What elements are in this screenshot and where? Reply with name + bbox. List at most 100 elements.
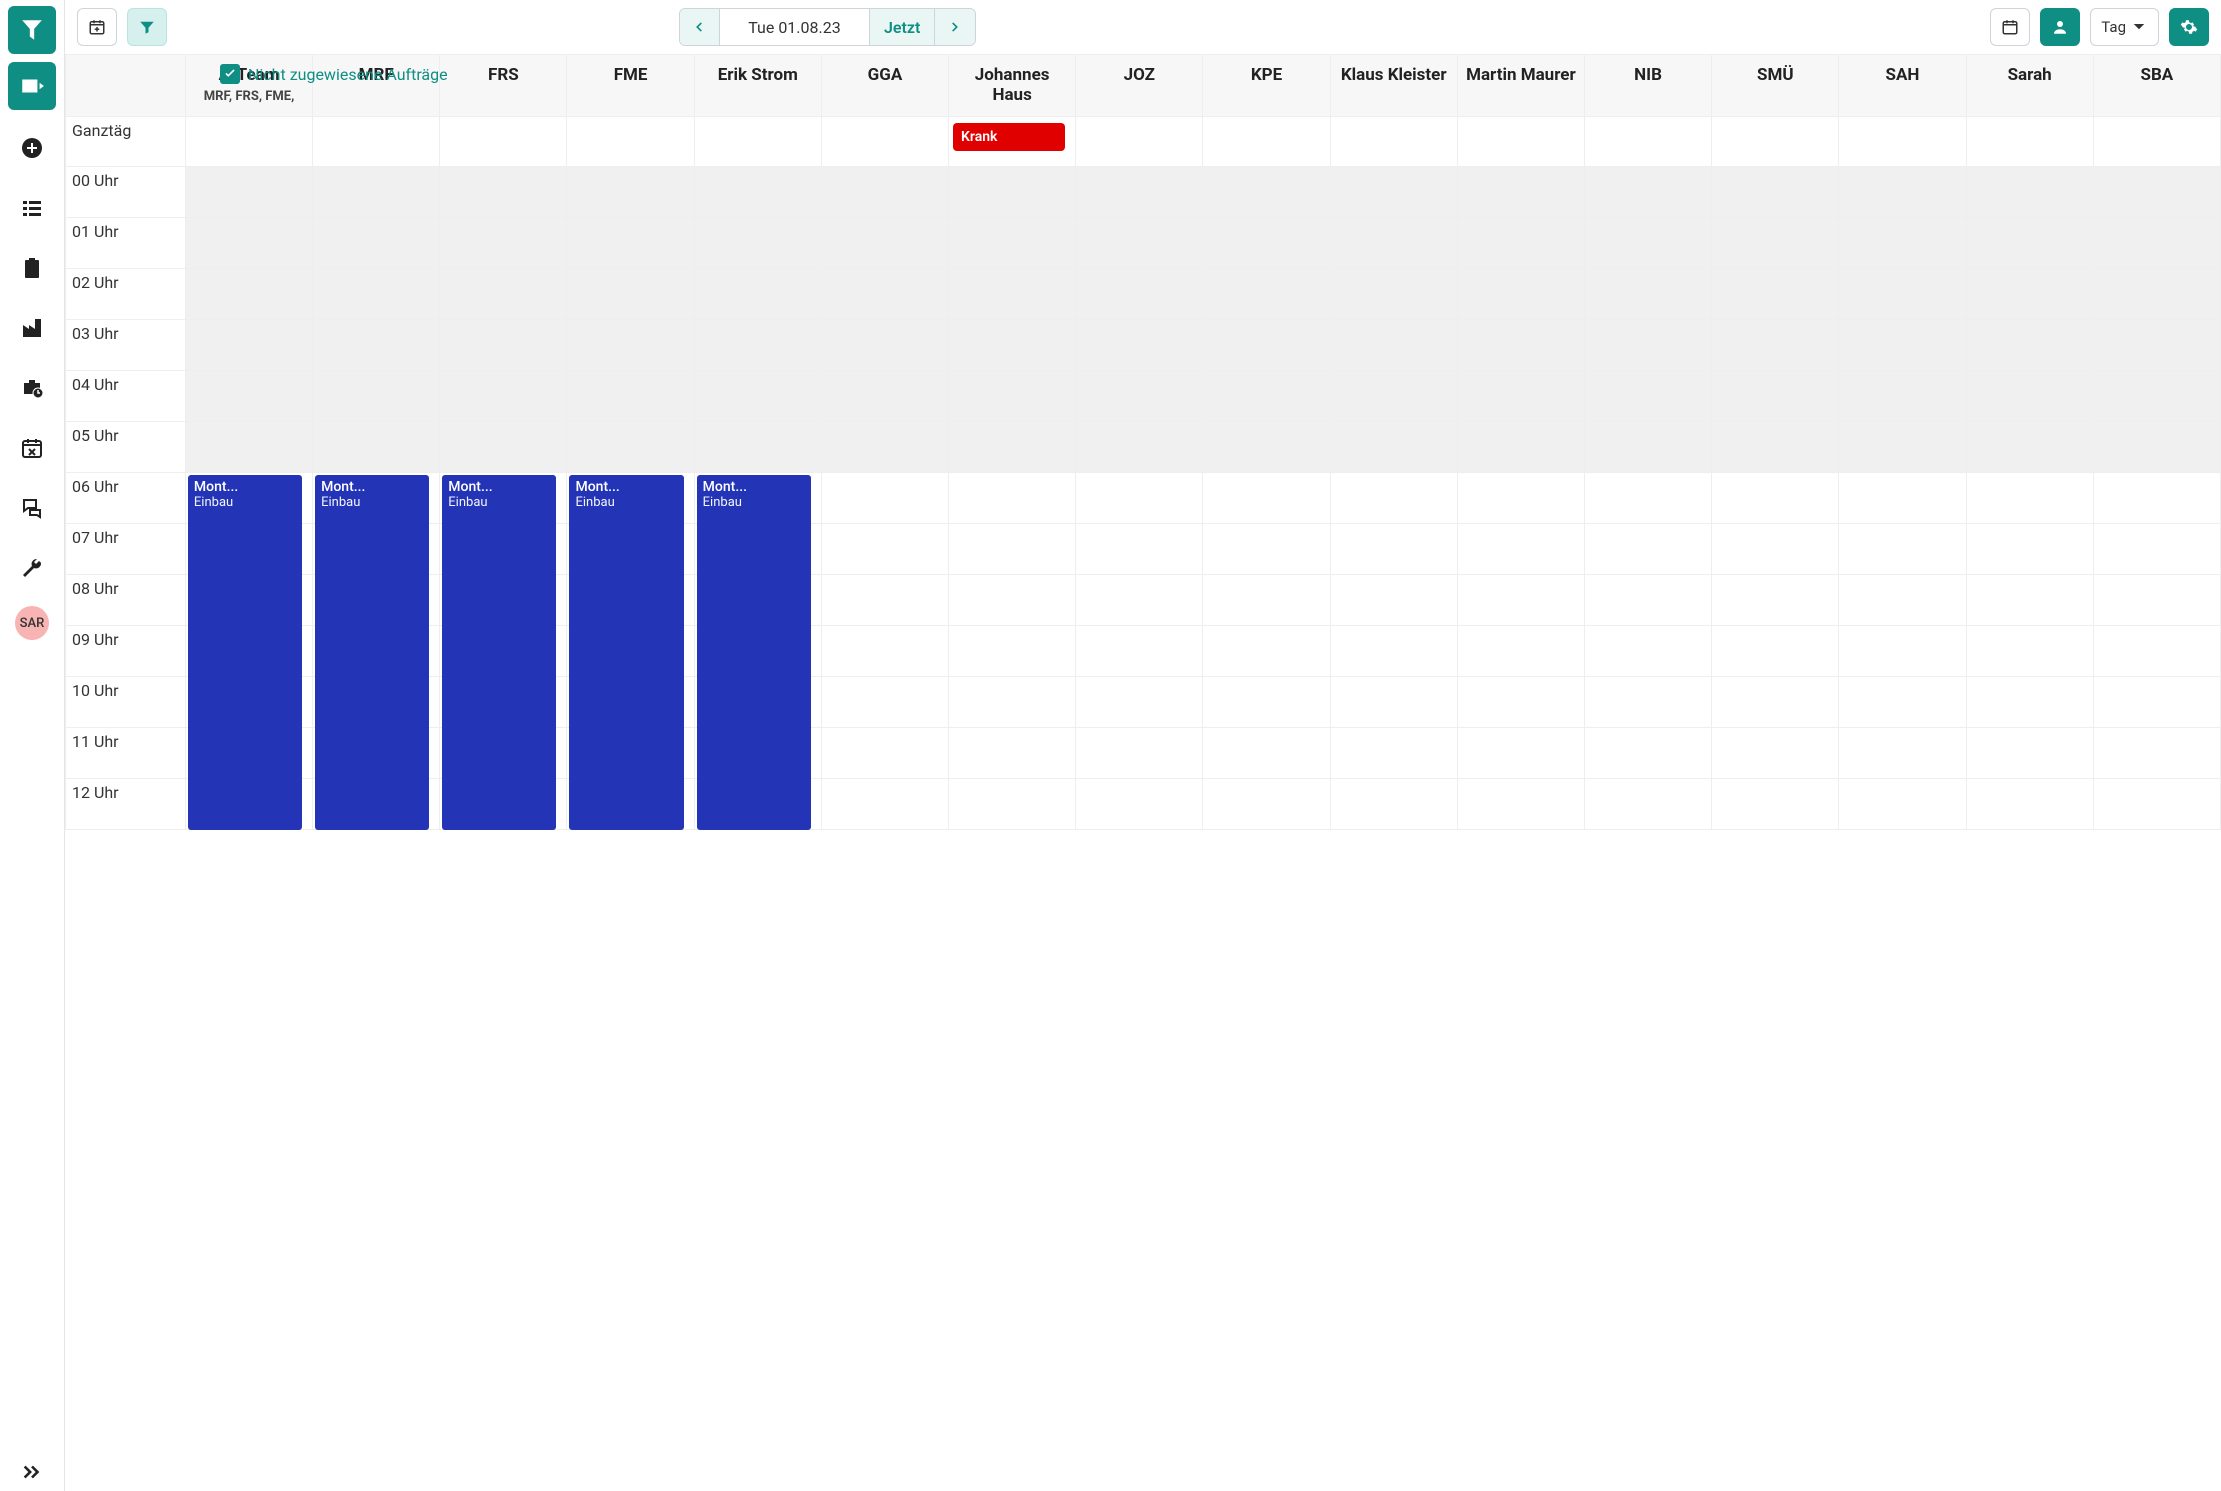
calendar-cell[interactable]	[1076, 625, 1203, 676]
calendar-cell[interactable]	[1584, 778, 1711, 829]
calendar-cell[interactable]	[1712, 727, 1839, 778]
calendar-cell[interactable]	[2093, 676, 2220, 727]
next-day-button[interactable]	[935, 9, 975, 45]
logo-button[interactable]	[8, 6, 56, 54]
calendar-cell[interactable]	[1330, 268, 1457, 319]
calendar-cell[interactable]	[949, 319, 1076, 370]
calendar-cell[interactable]	[949, 778, 1076, 829]
resource-header[interactable]: JOZ	[1076, 55, 1203, 117]
calendar-cell[interactable]	[440, 217, 567, 268]
resource-header[interactable]: Johannes Haus	[949, 55, 1076, 117]
calendar-cell[interactable]	[1584, 166, 1711, 217]
calendar-cell[interactable]	[2093, 166, 2220, 217]
allday-cell[interactable]	[1584, 116, 1711, 166]
calendar-cell[interactable]	[1330, 523, 1457, 574]
calendar-cell[interactable]	[440, 370, 567, 421]
resource-header[interactable]: FRS	[440, 55, 567, 117]
calendar-cell[interactable]	[1330, 319, 1457, 370]
resource-header[interactable]: SAH	[1839, 55, 1966, 117]
user-avatar[interactable]: SAR	[15, 606, 49, 640]
calendar-cell[interactable]	[821, 166, 948, 217]
resource-mode-button[interactable]	[2040, 8, 2080, 46]
allday-cell[interactable]	[1839, 116, 1966, 166]
calendar-cell[interactable]	[567, 370, 694, 421]
sidebar-nav-chat[interactable]	[8, 484, 56, 532]
calendar-cell[interactable]	[313, 268, 440, 319]
calendar-cell[interactable]	[313, 421, 440, 472]
calendar-cell[interactable]	[949, 727, 1076, 778]
calendar-cell[interactable]	[1584, 421, 1711, 472]
calendar-cell[interactable]	[821, 523, 948, 574]
resource-header[interactable]: SMÜ	[1712, 55, 1839, 117]
sidebar-nav-industry[interactable]	[8, 304, 56, 352]
calendar-cell[interactable]	[1076, 421, 1203, 472]
allday-cell[interactable]	[1457, 116, 1584, 166]
calendar-cell[interactable]	[1966, 523, 2093, 574]
calendar-cell[interactable]: Mont...Einbau	[694, 472, 821, 523]
calendar-cell[interactable]	[1966, 370, 2093, 421]
calendar-cell[interactable]	[1330, 574, 1457, 625]
calendar-cell[interactable]	[821, 625, 948, 676]
calendar-cell[interactable]	[2093, 574, 2220, 625]
calendar-cell[interactable]	[1966, 268, 2093, 319]
calendar-cell[interactable]	[1839, 727, 1966, 778]
calendar-cell[interactable]	[1584, 523, 1711, 574]
unassigned-filter-label[interactable]: Nicht zugewiesene Aufträge	[248, 65, 448, 84]
calendar-event[interactable]: Mont...Einbau	[442, 475, 556, 830]
calendar-cell[interactable]	[694, 166, 821, 217]
allday-cell[interactable]	[1076, 116, 1203, 166]
calendar-cell[interactable]	[1839, 421, 1966, 472]
resource-header[interactable]: NIB	[1584, 55, 1711, 117]
calendar-cell[interactable]	[2093, 421, 2220, 472]
sidebar-nav-wrench[interactable]	[8, 544, 56, 592]
calendar-cell[interactable]	[313, 319, 440, 370]
calendar-cell[interactable]	[2093, 778, 2220, 829]
calendar-cell[interactable]	[1203, 472, 1330, 523]
calendar-event[interactable]: Mont...Einbau	[697, 475, 811, 830]
calendar-cell[interactable]	[1203, 166, 1330, 217]
allday-cell[interactable]	[567, 116, 694, 166]
calendar-cell[interactable]	[1584, 217, 1711, 268]
resource-header[interactable]: Klaus Kleister	[1330, 55, 1457, 117]
sidebar-expand[interactable]	[0, 1461, 64, 1483]
calendar-cell[interactable]	[313, 166, 440, 217]
calendar-cell[interactable]	[1712, 778, 1839, 829]
calendar-cell[interactable]	[185, 421, 312, 472]
sidebar-nav-list[interactable]	[8, 184, 56, 232]
now-button[interactable]: Jetzt	[870, 9, 935, 45]
calendar-event[interactable]: Mont...Einbau	[188, 475, 302, 830]
calendar-cell[interactable]	[1457, 727, 1584, 778]
allday-event[interactable]: Krank	[953, 123, 1065, 151]
calendar-cell[interactable]	[1457, 166, 1584, 217]
calendar-cell[interactable]	[1457, 268, 1584, 319]
calendar-cell[interactable]	[949, 166, 1076, 217]
calendar-cell[interactable]	[949, 676, 1076, 727]
calendar-cell[interactable]	[567, 421, 694, 472]
calendar-cell[interactable]	[1584, 268, 1711, 319]
calendar-cell[interactable]	[185, 268, 312, 319]
allday-cell[interactable]	[1203, 116, 1330, 166]
calendar-cell[interactable]	[567, 319, 694, 370]
calendar-cell[interactable]	[1330, 166, 1457, 217]
resource-header[interactable]: Sarah	[1966, 55, 2093, 117]
calendar-cell[interactable]	[1076, 523, 1203, 574]
calendar-cell[interactable]	[821, 268, 948, 319]
sidebar-nav-calendar-x[interactable]	[8, 424, 56, 472]
calendar-cell[interactable]	[1457, 370, 1584, 421]
calendar-cell[interactable]	[1076, 727, 1203, 778]
prev-day-button[interactable]	[680, 9, 720, 45]
calendar-cell[interactable]	[949, 625, 1076, 676]
calendar-cell[interactable]	[1966, 778, 2093, 829]
calendar-cell[interactable]	[1584, 625, 1711, 676]
calendar-cell[interactable]	[1712, 421, 1839, 472]
calendar-cell[interactable]	[1712, 472, 1839, 523]
calendar-cell[interactable]: Mont...Einbau	[185, 472, 312, 523]
allday-cell[interactable]	[185, 116, 312, 166]
current-date-label[interactable]: Tue 01.08.23	[720, 9, 870, 45]
calendar-cell[interactable]	[949, 370, 1076, 421]
calendar-cell[interactable]	[1839, 778, 1966, 829]
calendar-cell[interactable]	[1330, 217, 1457, 268]
calendar-cell[interactable]	[2093, 727, 2220, 778]
calendar-cell[interactable]	[1330, 625, 1457, 676]
calendar-cell[interactable]	[1712, 676, 1839, 727]
